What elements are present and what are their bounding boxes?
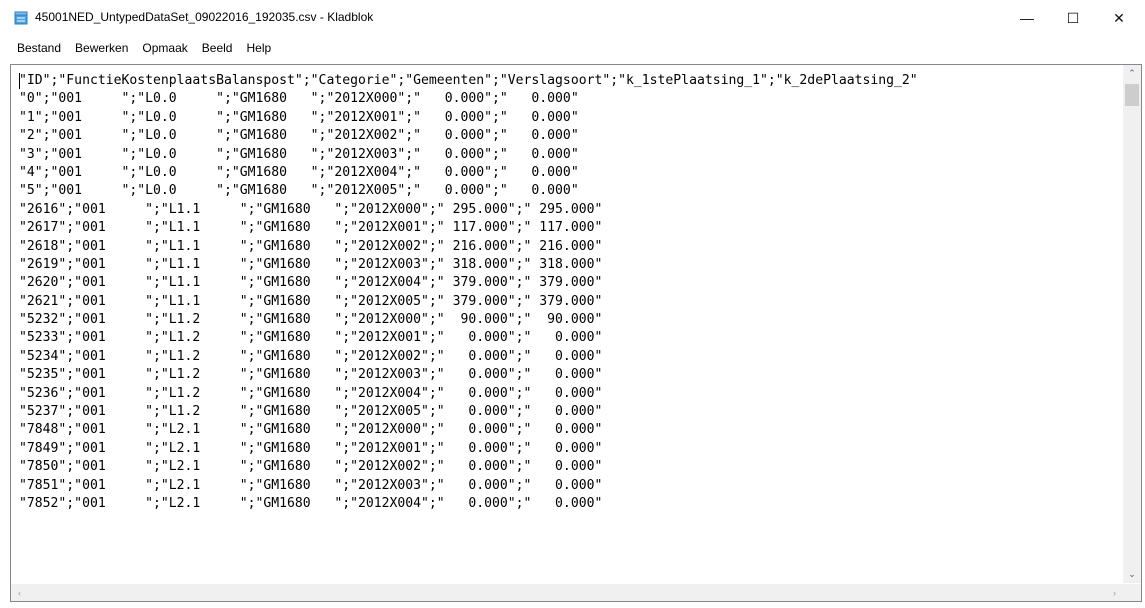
scroll-down-icon[interactable]: ⌄ xyxy=(1123,566,1141,583)
window-title: 45001NED_UntypedDataSet_09022016_192035.… xyxy=(35,10,374,24)
text-line: "3";"001 ";"L0.0 ";"GM1680 ";"2012X003";… xyxy=(19,146,579,162)
text-line: "2619";"001 ";"L1.1 ";"GM1680 ";"2012X00… xyxy=(19,256,603,272)
text-line: "7852";"001 ";"L2.1 ";"GM1680 ";"2012X00… xyxy=(19,495,603,511)
text-line: "0";"001 ";"L0.0 ";"GM1680 ";"2012X000";… xyxy=(19,91,579,107)
notepad-icon xyxy=(14,11,28,25)
menu-item-bestand[interactable]: Bestand xyxy=(11,38,68,58)
text-line: "4";"001 ";"L0.0 ";"GM1680 ";"2012X004";… xyxy=(19,164,579,180)
text-line: "1";"001 ";"L0.0 ";"GM1680 ";"2012X001";… xyxy=(19,109,579,125)
text-line: "5235";"001 ";"L1.2 ";"GM1680 ";"2012X00… xyxy=(19,367,603,383)
close-icon: ✕ xyxy=(1113,9,1125,26)
menu-item-help[interactable]: Help xyxy=(239,38,278,58)
horizontal-scrollbar[interactable]: ‹ › xyxy=(11,584,1123,601)
text-line: "2618";"001 ";"L1.1 ";"GM1680 ";"2012X00… xyxy=(19,238,603,254)
scroll-right-icon[interactable]: › xyxy=(1106,584,1123,601)
menu-item-beeld[interactable]: Beeld xyxy=(195,38,240,58)
text-area[interactable]: "ID";"FunctieKostenplaatsBalanspost";"Ca… xyxy=(12,66,1124,584)
text-line: "2621";"001 ";"L1.1 ";"GM1680 ";"2012X00… xyxy=(19,293,603,309)
maximize-icon: ☐ xyxy=(1066,9,1080,26)
text-editor[interactable]: "ID";"FunctieKostenplaatsBalanspost";"Ca… xyxy=(10,64,1142,602)
text-line: "5234";"001 ";"L1.2 ";"GM1680 ";"2012X00… xyxy=(19,348,603,364)
text-line: "2617";"001 ";"L1.1 ";"GM1680 ";"2012X00… xyxy=(19,220,603,236)
text-line: "5232";"001 ";"L1.2 ";"GM1680 ";"2012X00… xyxy=(19,312,603,328)
close-button[interactable]: ✕ xyxy=(1096,0,1142,36)
minimize-button[interactable]: — xyxy=(1004,0,1050,36)
text-line: "2620";"001 ";"L1.1 ";"GM1680 ";"2012X00… xyxy=(19,275,603,291)
title-bar[interactable]: 45001NED_UntypedDataSet_09022016_192035.… xyxy=(0,0,1145,38)
text-line: "7850";"001 ";"L2.1 ";"GM1680 ";"2012X00… xyxy=(19,459,603,475)
minimize-icon: — xyxy=(1020,10,1034,26)
vertical-scroll-thumb[interactable] xyxy=(1125,84,1139,106)
menu-bar: Bestand Bewerken Opmaak Beeld Help xyxy=(0,38,1145,60)
scroll-up-icon[interactable]: ⌃ xyxy=(1123,65,1141,82)
vertical-scrollbar[interactable]: ⌃ ⌄ xyxy=(1123,65,1141,583)
text-line: "5236";"001 ";"L1.2 ";"GM1680 ";"2012X00… xyxy=(19,385,603,401)
text-line: "2616";"001 ";"L1.1 ";"GM1680 ";"2012X00… xyxy=(19,201,603,217)
text-line: "ID";"FunctieKostenplaatsBalanspost";"Ca… xyxy=(19,73,918,88)
text-line: "2";"001 ";"L0.0 ";"GM1680 ";"2012X002";… xyxy=(19,128,579,144)
text-caret xyxy=(19,73,20,89)
text-line: "7849";"001 ";"L2.1 ";"GM1680 ";"2012X00… xyxy=(19,440,603,456)
menu-item-opmaak[interactable]: Opmaak xyxy=(135,38,194,58)
menu-item-bewerken[interactable]: Bewerken xyxy=(68,38,135,58)
text-line: "5233";"001 ";"L1.2 ";"GM1680 ";"2012X00… xyxy=(19,330,603,346)
maximize-button[interactable]: ☐ xyxy=(1050,0,1096,36)
scroll-left-icon[interactable]: ‹ xyxy=(11,584,28,601)
resize-grip-icon[interactable] xyxy=(1123,584,1141,601)
text-line: "5";"001 ";"L0.0 ";"GM1680 ";"2012X005";… xyxy=(19,183,579,199)
text-line: "5237";"001 ";"L1.2 ";"GM1680 ";"2012X00… xyxy=(19,404,603,420)
text-line: "7848";"001 ";"L2.1 ";"GM1680 ";"2012X00… xyxy=(19,422,603,438)
document-text[interactable]: "ID";"FunctieKostenplaatsBalanspost";"Ca… xyxy=(12,66,1124,513)
text-line: "7851";"001 ";"L2.1 ";"GM1680 ";"2012X00… xyxy=(19,477,603,493)
